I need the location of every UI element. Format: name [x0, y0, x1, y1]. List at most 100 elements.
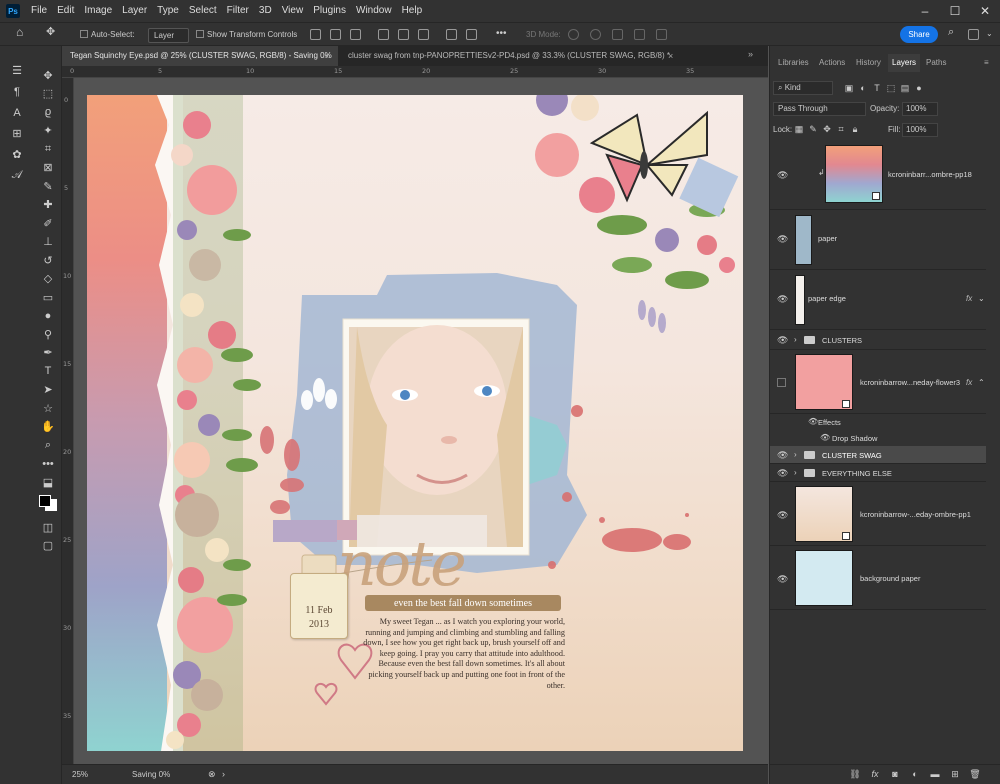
close-tab-icon[interactable]: × [668, 46, 673, 66]
collapse-panels-icon[interactable]: » [748, 49, 753, 59]
auto-select-checkbox[interactable]: Auto-Select: [80, 28, 135, 41]
workspace-icon[interactable] [968, 29, 979, 40]
more-tools-icon[interactable]: ••• [34, 455, 62, 474]
marquee-tool-icon[interactable]: ⬚ [34, 85, 62, 104]
opacity-input[interactable]: 100% [902, 102, 938, 116]
3d-icon[interactable]: ✿ [0, 144, 34, 165]
character-icon[interactable]: A [0, 102, 34, 123]
orbit-3d-icon[interactable] [568, 29, 579, 40]
chevron-down-icon[interactable]: ⌄ [978, 294, 985, 303]
layer-group-row[interactable]: 👁︎ › CLUSTERS [770, 330, 986, 350]
dodge-tool-icon[interactable]: ⚲ [34, 325, 62, 344]
filter-adjustment-icon[interactable]: ◐ [856, 83, 870, 93]
paragraph-icon[interactable]: ¶ [0, 81, 34, 102]
visibility-eye-icon[interactable]: 👁︎ [777, 170, 788, 181]
blend-mode-select[interactable]: Pass Through [773, 102, 866, 116]
tab-libraries[interactable]: Libraries [778, 54, 809, 72]
scale-3d-icon[interactable] [656, 29, 667, 40]
move-tool-icon[interactable]: ✥ [46, 26, 55, 39]
filter-toggle-icon[interactable]: ● [912, 83, 926, 93]
layer-mode-select[interactable]: Layer [148, 28, 190, 43]
crop-tool-icon[interactable]: ⌗ [34, 140, 62, 159]
chevron-right-icon[interactable]: › [794, 468, 797, 477]
add-mask-icon[interactable]: ◙ [888, 769, 902, 779]
chevron-right-icon[interactable]: › [794, 450, 797, 459]
share-button[interactable]: Share [900, 26, 938, 43]
lock-image-icon[interactable]: ✎ [806, 124, 820, 135]
tab-layers[interactable]: Layers [888, 54, 921, 72]
effect-row[interactable]: 👁︎ Drop Shadow [770, 430, 986, 446]
menu-plugins[interactable]: Plugins [308, 0, 351, 22]
type-tool-icon[interactable]: T [34, 362, 62, 381]
layer-group-row[interactable]: 👁︎ › EVERYTHING ELSE [770, 464, 986, 482]
path-selection-icon[interactable]: ➤ [34, 381, 62, 400]
menu-image[interactable]: Image [79, 0, 117, 22]
panel-menu-icon[interactable]: ≡ [984, 54, 989, 72]
minimize-icon[interactable]: – [910, 0, 940, 22]
text-warp-icon[interactable]: 𝒜 [0, 165, 34, 186]
show-transform-checkbox[interactable]: Show Transform Controls [196, 28, 297, 41]
screen-mode-icon[interactable]: ▢ [34, 537, 62, 556]
history-brush-icon[interactable]: ↺ [34, 251, 62, 270]
eyedropper-icon[interactable]: ✎ [34, 177, 62, 196]
layer-filter-select[interactable]: ⌕ Kind [773, 81, 833, 95]
search-icon[interactable]: ⌕ [948, 26, 954, 39]
zoom-tool-icon[interactable]: ⌕ [34, 436, 62, 455]
menu-view[interactable]: View [277, 0, 309, 22]
filter-type-icon[interactable]: T [870, 83, 884, 93]
glyphs-icon[interactable]: ⊞ [0, 123, 34, 144]
eraser-tool-icon[interactable]: ◇ [34, 270, 62, 289]
cancel-save-icon[interactable]: ⊗ [208, 769, 216, 780]
menu-window[interactable]: Window [351, 0, 397, 22]
blur-tool-icon[interactable]: ● [34, 307, 62, 326]
visibility-eye-icon[interactable]: 👁︎ [820, 433, 830, 442]
chevron-right-icon[interactable]: › [794, 335, 797, 344]
distribute-icon[interactable] [446, 29, 457, 40]
add-style-icon[interactable]: fx [868, 769, 882, 779]
close-window-icon[interactable]: ✕ [970, 0, 1000, 22]
menu-type[interactable]: Type [152, 0, 184, 22]
menu-filter[interactable]: Filter [222, 0, 254, 22]
filter-shape-icon[interactable]: ⬚ [884, 83, 898, 94]
slide-3d-icon[interactable] [634, 29, 645, 40]
menu-edit[interactable]: Edit [52, 0, 79, 22]
tab-actions[interactable]: Actions [819, 54, 845, 72]
clone-stamp-icon[interactable]: ⊥ [34, 233, 62, 252]
delete-layer-icon[interactable]: 🗑︎ [968, 769, 982, 780]
lock-all-icon[interactable]: 🔒︎ [848, 124, 862, 135]
home-icon[interactable]: ⌂ [16, 26, 23, 39]
tab-history[interactable]: History [856, 54, 881, 72]
layer-effects-icon[interactable]: fx [966, 378, 972, 387]
align-middle-icon[interactable] [398, 29, 409, 40]
frame-tool-icon[interactable]: ⊠ [34, 159, 62, 178]
color-swatch-icon[interactable] [34, 492, 62, 511]
new-group-icon[interactable]: ▬ [928, 769, 942, 779]
align-center-icon[interactable] [330, 29, 341, 40]
adjustment-layer-icon[interactable]: ◐ [908, 769, 922, 779]
visibility-empty-icon[interactable] [777, 378, 786, 387]
default-colors-icon[interactable]: ⬓ [34, 473, 62, 492]
maximize-icon[interactable]: ☐ [940, 0, 970, 22]
visibility-eye-icon[interactable]: 👁︎ [777, 510, 788, 521]
chevron-up-icon[interactable]: ⌃ [978, 378, 985, 387]
align-bottom-icon[interactable] [418, 29, 429, 40]
layer-effects-icon[interactable]: fx [966, 294, 972, 303]
layer-row[interactable]: kcroninbarrow...neday-flower3 fx ⌃ [770, 350, 986, 414]
shape-tool-icon[interactable]: ☆ [34, 399, 62, 418]
distribute-vertical-icon[interactable] [466, 29, 477, 40]
effects-row[interactable]: 👁︎ Effects [770, 414, 986, 430]
filter-smart-icon[interactable]: ▤ [898, 83, 912, 94]
close-tab-icon[interactable]: × [324, 46, 329, 66]
align-right-icon[interactable] [350, 29, 361, 40]
quick-mask-icon[interactable]: ◫ [34, 518, 62, 537]
link-layers-icon[interactable]: ⛓︎ [848, 769, 862, 780]
visibility-eye-icon[interactable]: 👁︎ [808, 417, 818, 426]
document-canvas[interactable]: note even the best fall down sometimes 1… [87, 95, 743, 751]
filter-pixel-icon[interactable]: ▣ [842, 83, 856, 94]
lock-transparent-icon[interactable]: ▦ [792, 124, 806, 135]
lock-artboard-icon[interactable]: ⌗ [834, 124, 848, 135]
zoom-level[interactable]: 25% [72, 770, 88, 779]
fill-input[interactable]: 100% [902, 123, 938, 137]
move-tool-icon[interactable]: ✥ [34, 66, 62, 85]
more-options-icon[interactable]: ••• [496, 27, 507, 40]
